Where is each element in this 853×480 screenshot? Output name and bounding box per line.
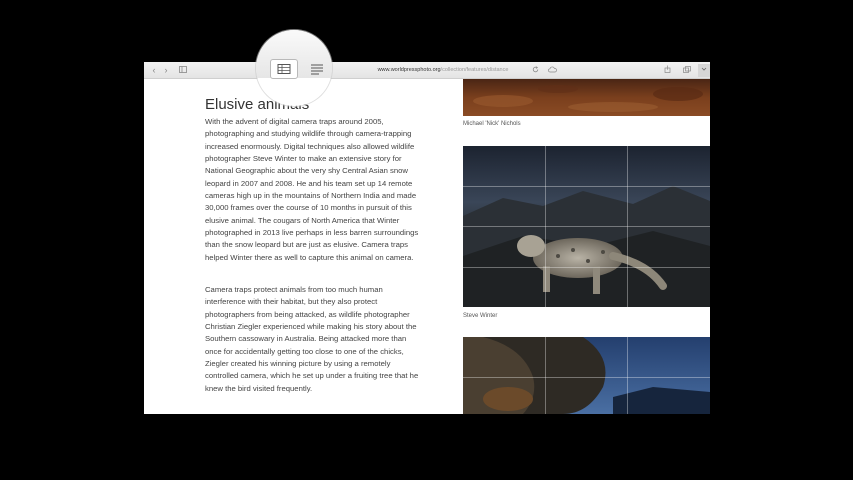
url-domain: www.worldpressphoto.org bbox=[377, 67, 441, 73]
text-lines-icon[interactable] bbox=[310, 62, 324, 75]
photo-caption-2: Steve Winter bbox=[463, 313, 498, 319]
url-path: /collection/features/distance bbox=[440, 67, 509, 73]
photo-column: Michael 'Nick' Nichols Steve Winter bbox=[463, 79, 710, 414]
wildlife-photo-3[interactable] bbox=[463, 337, 710, 414]
article-paragraph-2: Camera traps protect animals from too mu… bbox=[205, 285, 419, 393]
magnifier-overlay bbox=[256, 30, 332, 106]
grid-line bbox=[463, 377, 710, 378]
grid-line bbox=[463, 267, 710, 268]
sidebar-icon[interactable] bbox=[178, 65, 188, 75]
reader-view-icon[interactable] bbox=[270, 59, 298, 79]
magnified-page bbox=[256, 78, 332, 106]
icloud-icon[interactable] bbox=[547, 65, 557, 75]
photo-caption-1: Michael 'Nick' Nichols bbox=[463, 121, 521, 127]
address-bar[interactable]: www.worldpressphoto.org/collection/featu… bbox=[352, 65, 534, 75]
wildlife-photo-1[interactable] bbox=[463, 79, 710, 116]
forward-chevron-right-icon[interactable]: › bbox=[161, 65, 171, 75]
reload-icon[interactable] bbox=[530, 65, 540, 75]
back-chevron-left-icon[interactable]: ‹ bbox=[149, 65, 159, 75]
tabs-icon[interactable] bbox=[682, 65, 692, 75]
grid-line bbox=[545, 337, 546, 414]
wildlife-photo-2[interactable] bbox=[463, 146, 710, 307]
magnifier-lens bbox=[256, 30, 332, 106]
overflow-button[interactable] bbox=[698, 64, 710, 77]
grid-line bbox=[463, 226, 710, 227]
article-paragraph-1: With the advent of digital camera traps … bbox=[205, 117, 419, 262]
grid-line bbox=[463, 186, 710, 187]
browser-window: ‹ › www.worldpressphoto.org/collection/f… bbox=[144, 62, 710, 414]
browser-toolbar: ‹ › www.worldpressphoto.org/collection/f… bbox=[144, 62, 710, 79]
grid-line bbox=[627, 337, 628, 414]
share-icon[interactable] bbox=[662, 65, 672, 75]
article-text-column: Elusive animals With the advent of digit… bbox=[144, 79, 464, 414]
